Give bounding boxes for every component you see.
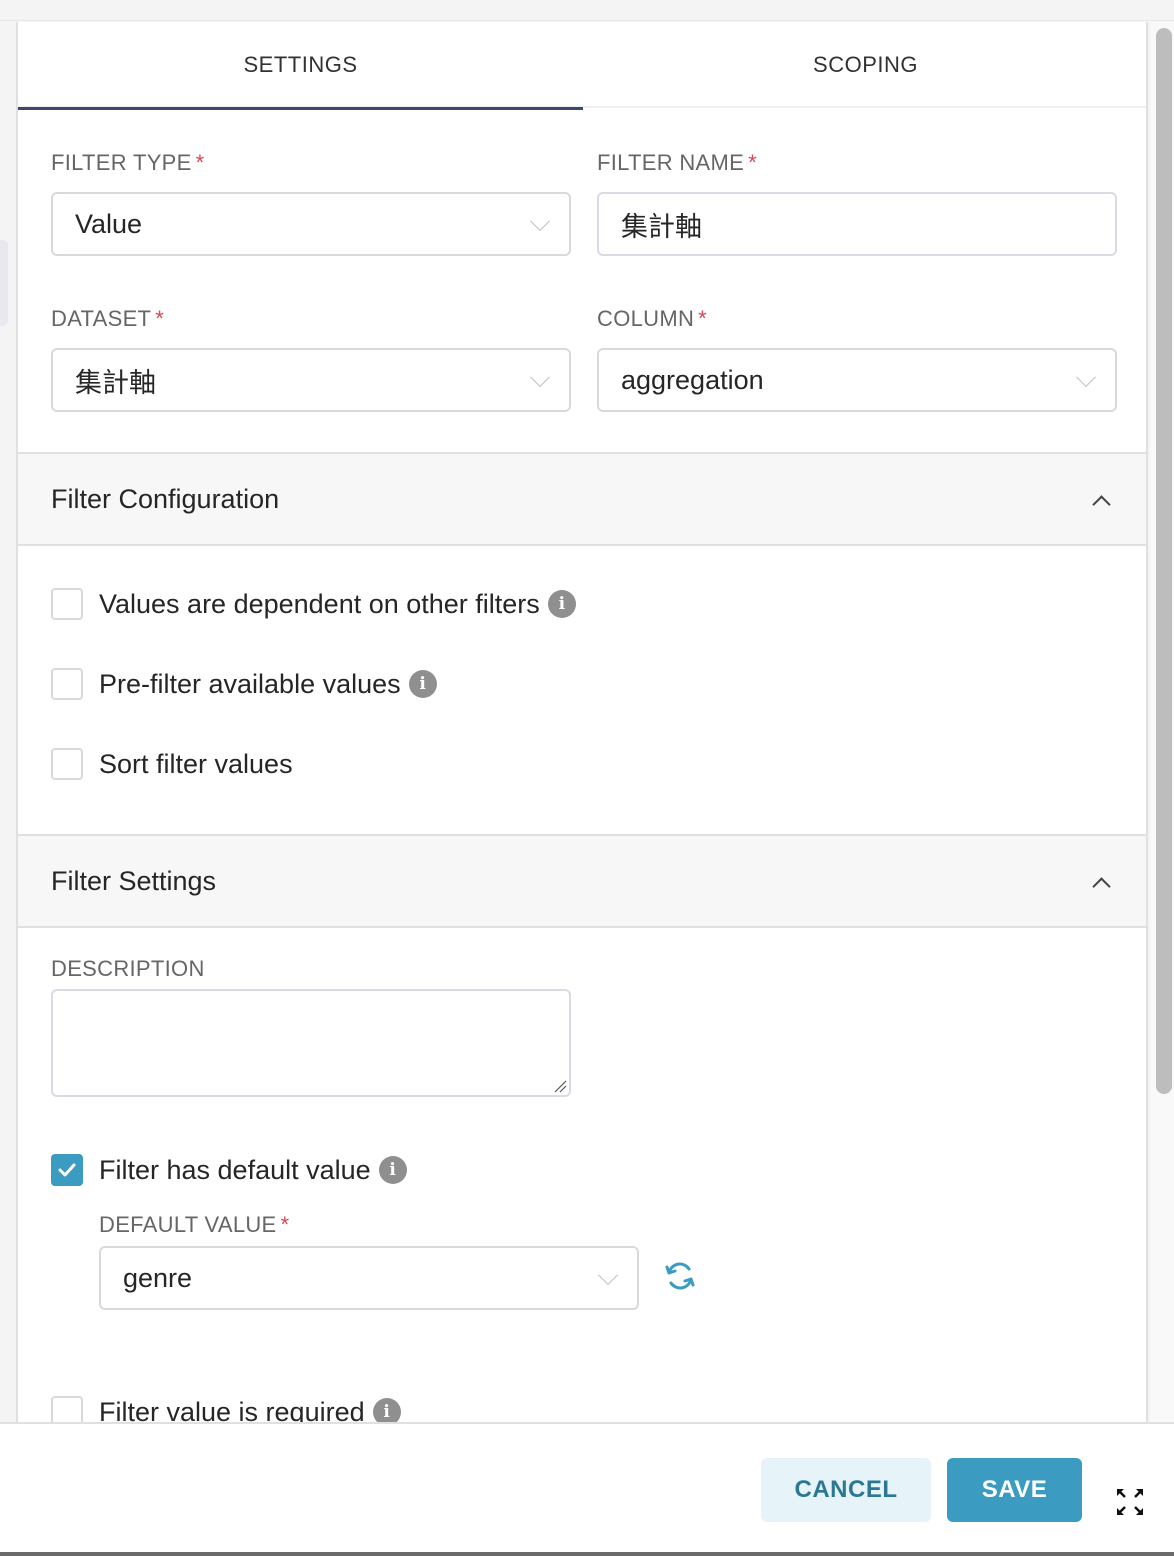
filter-type-label: FILTER TYPE * bbox=[51, 150, 205, 176]
value-required-checkbox[interactable] bbox=[51, 1396, 83, 1422]
top-bar bbox=[0, 0, 1174, 21]
filter-config-panel: SETTINGS SCOPING FILTER TYPE * Value FILT… bbox=[16, 22, 1148, 1422]
option-label: Filter has default value bbox=[99, 1154, 371, 1185]
required-mark: * bbox=[280, 1212, 290, 1237]
cancel-button[interactable]: CANCEL bbox=[761, 1458, 931, 1522]
chevron-down-icon bbox=[530, 211, 550, 232]
chevron-up-icon bbox=[1092, 495, 1111, 514]
prefilter-values-checkbox[interactable] bbox=[51, 668, 83, 700]
filter-name-label: FILTER NAME * bbox=[597, 150, 757, 176]
chevron-down-icon bbox=[1076, 367, 1096, 388]
option-value-required: Filter value is required i bbox=[51, 1396, 401, 1422]
required-mark: * bbox=[195, 150, 205, 175]
filter-settings-header[interactable]: Filter Settings bbox=[18, 834, 1146, 928]
modal-footer: CANCEL SAVE bbox=[0, 1422, 1174, 1552]
chevron-down-icon bbox=[598, 1265, 618, 1286]
default-value-label: DEFAULT VALUE * bbox=[99, 1212, 289, 1238]
resize-handle-icon[interactable] bbox=[553, 1079, 567, 1093]
filter-type-label-text: FILTER TYPE bbox=[51, 150, 192, 175]
chevron-up-icon bbox=[1092, 877, 1111, 896]
column-label-text: COLUMN bbox=[597, 306, 695, 331]
option-label: Sort filter values bbox=[99, 748, 293, 779]
section-title: Filter Settings bbox=[51, 865, 217, 896]
option-sort-values: Sort filter values bbox=[51, 748, 293, 780]
default-value-label-text: DEFAULT VALUE bbox=[99, 1212, 277, 1237]
dataset-value: 集計軸 bbox=[75, 367, 156, 399]
option-has-default-value: Filter has default value i bbox=[51, 1154, 407, 1186]
filter-configuration-header[interactable]: Filter Configuration bbox=[18, 452, 1146, 546]
filter-name-value: 集計軸 bbox=[621, 211, 702, 243]
option-label: Filter value is required bbox=[99, 1396, 365, 1423]
save-button[interactable]: SAVE bbox=[947, 1458, 1082, 1522]
required-mark: * bbox=[155, 306, 165, 331]
has-default-value-checkbox[interactable] bbox=[51, 1154, 83, 1186]
section-title: Filter Configuration bbox=[51, 483, 280, 514]
column-value: aggregation bbox=[621, 364, 764, 395]
option-dependent-values: Values are dependent on other filters i bbox=[51, 588, 576, 620]
column-label: COLUMN * bbox=[597, 306, 707, 332]
scrollbar-thumb[interactable] bbox=[1156, 28, 1172, 1094]
tab-settings[interactable]: SETTINGS bbox=[18, 22, 583, 110]
default-value-value: genre bbox=[123, 1262, 193, 1293]
filter-name-input[interactable]: 集計軸 bbox=[597, 192, 1117, 256]
filter-type-select[interactable]: Value bbox=[51, 192, 571, 256]
dataset-label-text: DATASET bbox=[51, 306, 152, 331]
checkmark-icon bbox=[58, 1163, 76, 1177]
info-icon[interactable]: i bbox=[378, 1156, 407, 1184]
tab-scoping[interactable]: SCOPING bbox=[583, 22, 1146, 108]
default-value-select[interactable]: genre bbox=[99, 1246, 639, 1310]
expand-icon[interactable] bbox=[1114, 1486, 1146, 1518]
background-panel-edge bbox=[0, 240, 8, 326]
column-select[interactable]: aggregation bbox=[597, 348, 1117, 412]
info-icon[interactable]: i bbox=[372, 1398, 401, 1422]
required-mark: * bbox=[748, 150, 758, 175]
info-icon[interactable]: i bbox=[408, 670, 437, 698]
description-textarea[interactable] bbox=[51, 989, 571, 1097]
description-label: DESCRIPTION bbox=[51, 956, 205, 982]
filter-type-value: Value bbox=[75, 208, 143, 239]
option-label: Values are dependent on other filters bbox=[99, 588, 540, 619]
description-label-text: DESCRIPTION bbox=[51, 956, 205, 981]
option-prefilter-values: Pre-filter available values i bbox=[51, 668, 437, 700]
bottom-edge bbox=[0, 1552, 1174, 1556]
option-label: Pre-filter available values bbox=[99, 668, 401, 699]
required-mark: * bbox=[698, 306, 708, 331]
filter-name-label-text: FILTER NAME bbox=[597, 150, 745, 175]
chevron-down-icon bbox=[530, 367, 550, 388]
dataset-label: DATASET * bbox=[51, 306, 164, 332]
sort-values-checkbox[interactable] bbox=[51, 748, 83, 780]
tab-bar: SETTINGS SCOPING bbox=[18, 22, 1146, 110]
dataset-select[interactable]: 集計軸 bbox=[51, 348, 571, 412]
refresh-icon[interactable] bbox=[662, 1258, 698, 1294]
info-icon[interactable]: i bbox=[547, 590, 576, 618]
dependent-values-checkbox[interactable] bbox=[51, 588, 83, 620]
